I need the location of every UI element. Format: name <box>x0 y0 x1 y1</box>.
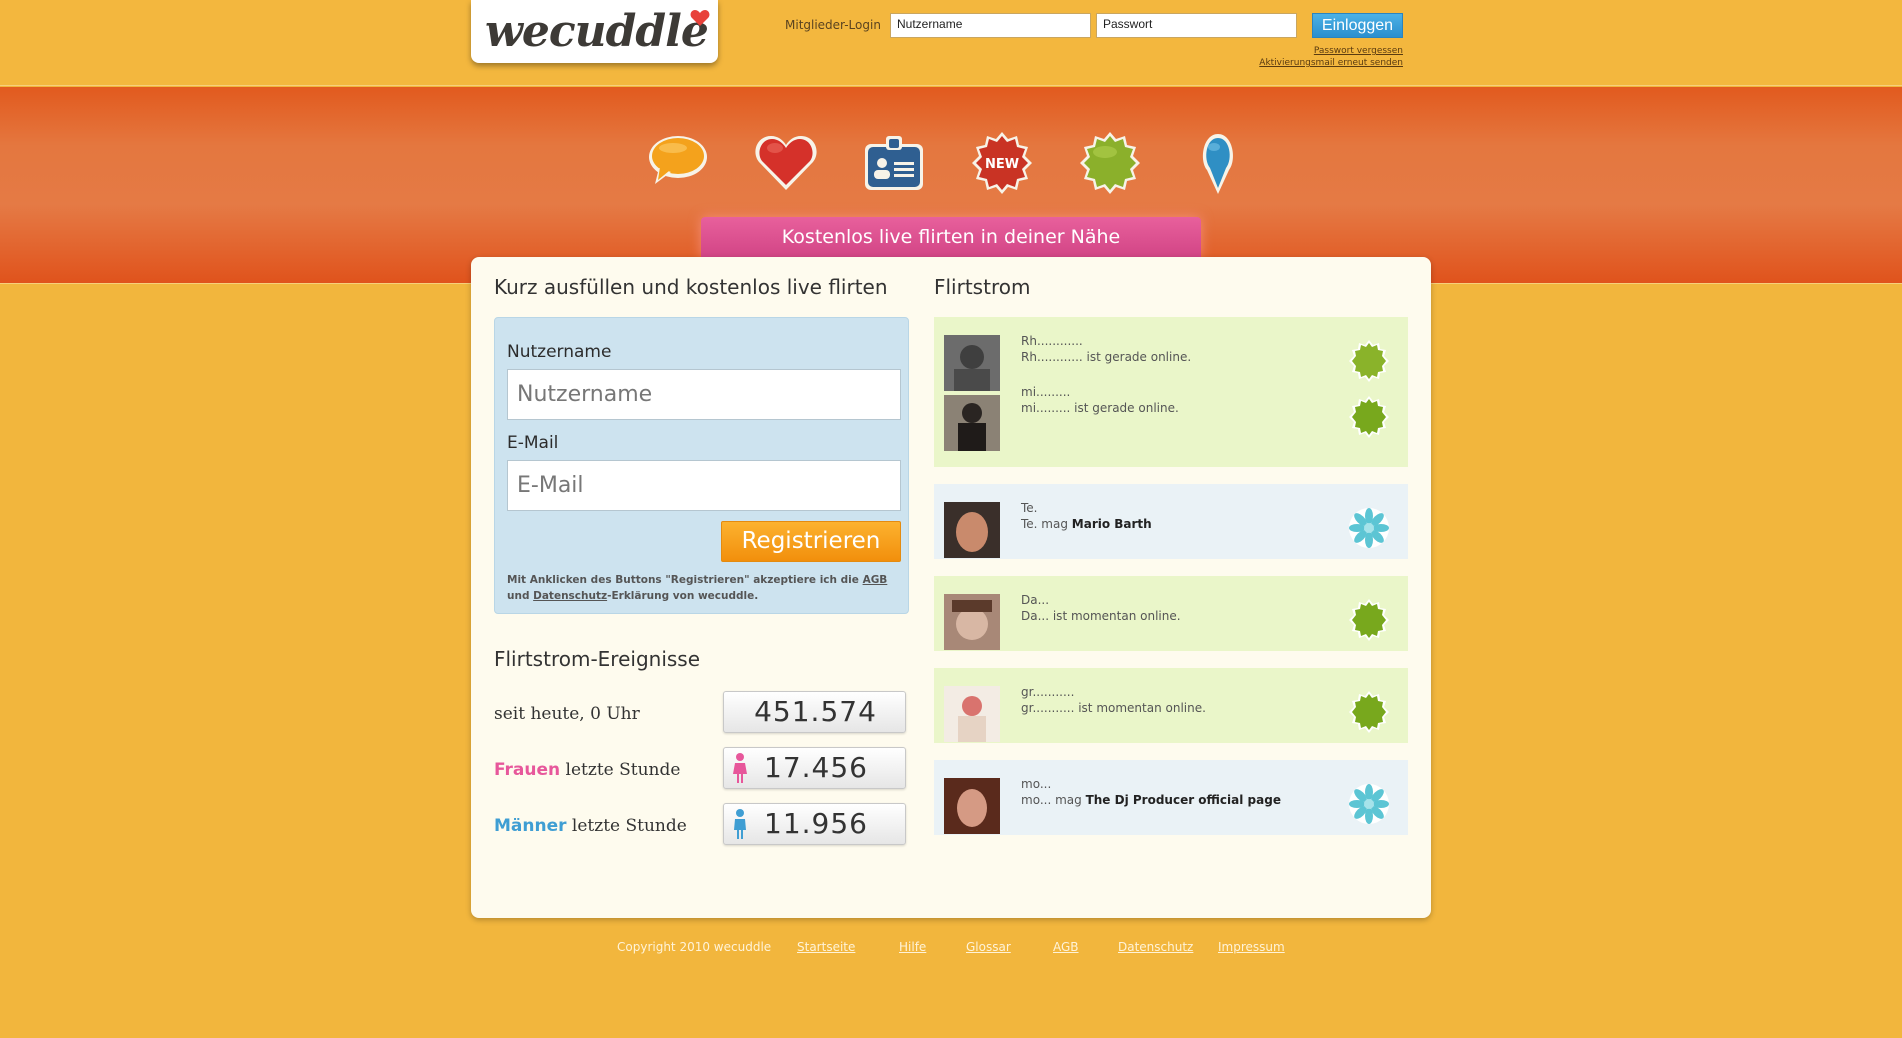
stream-message-text: Da... ist momentan online. <box>1021 609 1181 623</box>
stream-username[interactable]: gr........... <box>1021 685 1074 699</box>
terms-suffix: -Erklärung von wecuddle. <box>607 590 759 602</box>
forgot-password-link[interactable]: Passwort vergessen <box>1314 46 1403 56</box>
stream-username[interactable]: Rh............ <box>1021 334 1083 348</box>
men-period: letzte Stunde <box>566 816 687 836</box>
email-label: E-Mail <box>507 433 559 453</box>
female-icon <box>733 753 747 783</box>
stream-item[interactable]: Te. Te. mag Mario Barth <box>934 484 1408 559</box>
avatar[interactable] <box>944 395 1000 451</box>
register-button[interactable]: Registrieren <box>721 521 901 562</box>
stream-message: mi......... ist gerade online. <box>1021 401 1179 415</box>
women-period: letzte Stunde <box>560 760 681 780</box>
map-pin-icon[interactable] <box>1185 130 1251 196</box>
footer-link-startseite[interactable]: Startseite <box>797 940 855 954</box>
logo-text: wecuddle <box>485 6 709 57</box>
terms-prefix: Mit Anklicken des Buttons "Registrieren"… <box>507 574 863 586</box>
events-title: Flirtstrom-Ereignisse <box>494 647 701 671</box>
resend-activation-link[interactable]: Aktivierungsmail erneut senden <box>1259 58 1403 68</box>
privacy-link[interactable]: Datenschutz <box>533 590 607 602</box>
avatar[interactable] <box>944 778 1000 834</box>
like-flower-icon <box>1349 508 1389 548</box>
avatar[interactable] <box>944 335 1000 391</box>
avatar[interactable] <box>944 502 1000 558</box>
liked-page-link[interactable]: The Dj Producer official page <box>1086 793 1281 807</box>
women-word: Frauen <box>494 760 561 780</box>
login-password-input[interactable]: Passwort <box>1096 13 1297 38</box>
events-today-label: seit heute, 0 Uhr <box>494 704 640 724</box>
login-label: Mitglieder-Login <box>785 18 881 32</box>
stream-title: Flirtstrom <box>934 275 1031 299</box>
footer-link-hilfe[interactable]: Hilfe <box>899 940 926 954</box>
stream-item[interactable]: mo... mo... mag The Dj Producer official… <box>934 760 1408 835</box>
main-panel: Kurz ausfüllen und kostenlos live flirte… <box>471 257 1431 918</box>
login-username-input[interactable]: Nutzername <box>890 13 1091 38</box>
stream-item[interactable]: mi......... mi......... ist gerade onlin… <box>934 385 1408 467</box>
online-badge-icon <box>1349 396 1389 438</box>
stream-message-text: Rh............ ist gerade online. <box>1021 350 1192 364</box>
login-button[interactable]: Einloggen <box>1312 13 1403 38</box>
footer-link-datenschutz[interactable]: Datenschutz <box>1118 940 1193 954</box>
logo-heart-icon <box>690 10 710 26</box>
terms-text: Mit Anklicken des Buttons "Registrieren"… <box>507 572 902 604</box>
registration-title: Kurz ausfüllen und kostenlos live flirte… <box>494 275 888 299</box>
events-men-value: 11.956 <box>764 807 868 840</box>
events-women-counter: 17.456 <box>723 747 906 789</box>
heart-icon[interactable] <box>753 130 819 196</box>
stream-username[interactable]: Da... <box>1021 593 1049 607</box>
headline: Kostenlos live flirten in deiner Nähe <box>701 217 1201 257</box>
events-men-counter: 11.956 <box>723 803 906 845</box>
stream-message: Te. mag Mario Barth <box>1021 517 1152 531</box>
stream-message-text: mi......... ist gerade online. <box>1021 401 1179 415</box>
events-men-label: Männer letzte Stunde <box>494 816 687 836</box>
green-badge-icon[interactable] <box>1077 130 1143 196</box>
email-input[interactable]: E-Mail <box>507 460 901 511</box>
online-badge-icon <box>1349 691 1389 733</box>
stream-item[interactable]: Rh............ Rh............ ist gerade… <box>934 317 1408 392</box>
top-bar: wecuddle Mitglieder-Login Nutzername Pas… <box>0 0 1902 86</box>
footer-link-agb[interactable]: AGB <box>1053 940 1079 954</box>
events-women-value: 17.456 <box>764 751 868 784</box>
online-badge-icon <box>1349 599 1389 641</box>
events-today-value: 451.574 <box>754 695 877 728</box>
footer: Copyright 2010 wecuddle Startseite Hilfe… <box>0 940 1902 960</box>
stream-item[interactable]: Da... Da... ist momentan online. <box>934 576 1408 651</box>
stream-username[interactable]: mi......... <box>1021 385 1070 399</box>
username-input[interactable]: Nutzername <box>507 369 901 420</box>
terms-and: und <box>507 590 534 602</box>
logo[interactable]: wecuddle <box>471 0 718 63</box>
stream-item[interactable]: gr........... gr........... ist momentan… <box>934 668 1408 743</box>
stream-message: Rh............ ist gerade online. <box>1021 350 1191 364</box>
username-label: Nutzername <box>507 342 612 362</box>
liked-page-link[interactable]: Mario Barth <box>1072 517 1152 531</box>
chat-bubble-icon[interactable] <box>645 130 711 196</box>
stream-message: mo... mag The Dj Producer official page <box>1021 793 1281 807</box>
stream-message-text: Te. mag <box>1021 517 1072 531</box>
events-women-label: Frauen letzte Stunde <box>494 760 680 780</box>
stream-message-text: gr........... ist momentan online. <box>1021 701 1206 715</box>
avatar[interactable] <box>944 594 1000 650</box>
male-icon <box>734 809 746 839</box>
registration-form: Nutzername Nutzername E-Mail E-Mail Regi… <box>494 317 909 614</box>
like-flower-icon <box>1349 784 1389 824</box>
id-card-icon[interactable] <box>861 130 927 196</box>
agb-link[interactable]: AGB <box>863 574 888 586</box>
new-badge-icon[interactable]: NEW <box>969 130 1035 196</box>
online-badge-icon <box>1349 340 1389 382</box>
stream-username[interactable]: mo... <box>1021 777 1051 791</box>
stream-message-text: mo... mag <box>1021 793 1086 807</box>
events-today-text: seit heute, 0 Uhr <box>494 704 640 724</box>
stream-message: Da... ist momentan online. <box>1021 609 1181 623</box>
events-today-counter: 451.574 <box>723 691 906 733</box>
copyright: Copyright 2010 wecuddle <box>617 940 772 954</box>
footer-link-glossar[interactable]: Glossar <box>966 940 1011 954</box>
feature-icons: NEW <box>645 130 1265 196</box>
stream-username[interactable]: Te. <box>1021 501 1038 515</box>
footer-link-impressum[interactable]: Impressum <box>1218 940 1285 954</box>
men-word: Männer <box>494 816 567 836</box>
stream-message: gr........... ist momentan online. <box>1021 701 1206 715</box>
new-badge-text: NEW <box>985 157 1019 172</box>
avatar[interactable] <box>944 686 1000 742</box>
